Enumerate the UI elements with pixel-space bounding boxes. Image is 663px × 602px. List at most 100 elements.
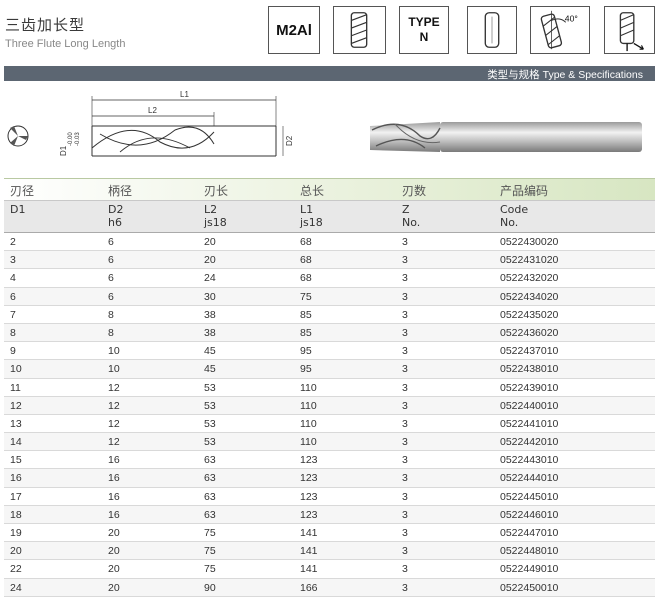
cell-flute-count: 3	[402, 581, 408, 594]
spec-section-bar: 类型与规格 Type & Specifications	[4, 66, 655, 81]
helix-angle-label: 40°	[565, 13, 578, 23]
table-row: 18 16 63 123 3 0522446010	[4, 505, 655, 524]
header-en-d1-line1: D1	[10, 203, 26, 216]
cell-product-code: 0522446010	[500, 508, 559, 521]
cell-flute-length: 53	[204, 436, 216, 449]
table-row: 3 6 20 68 3 0522431020	[4, 251, 655, 270]
cell-cutting-diameter: 17	[10, 490, 22, 503]
table-row: 13 12 53 110 3 0522441010	[4, 415, 655, 434]
table-row: 14 12 53 110 3 0522442010	[4, 433, 655, 452]
cell-cutting-diameter: 3	[10, 254, 16, 267]
cell-cutting-diameter: 12	[10, 399, 22, 412]
header-cn-flutes: 刃数	[402, 184, 427, 198]
header-en-d2: D2 h6	[108, 203, 123, 229]
cell-flute-length: 24	[204, 272, 216, 285]
straight-shank-icon	[467, 6, 517, 54]
header-en-l2-line1: L2	[204, 203, 218, 216]
header-en-l2: L2 js18	[204, 203, 227, 229]
cell-flute-count: 3	[402, 417, 408, 430]
cell-flute-length: 30	[204, 290, 216, 303]
cell-product-code: 0522432020	[500, 272, 559, 285]
cell-shank-diameter: 6	[108, 254, 114, 267]
table-row: 9 10 45 95 3 0522437010	[4, 342, 655, 361]
cell-flute-count: 3	[402, 508, 408, 521]
header-cn-shank-diameter: 柄径	[108, 184, 133, 198]
table-row: 15 16 63 123 3 0522443010	[4, 451, 655, 470]
cell-product-code: 0522441010	[500, 417, 559, 430]
cell-cutting-diameter: 22	[10, 563, 22, 576]
cell-shank-diameter: 8	[108, 308, 114, 321]
type-badge: TYPE N	[399, 6, 449, 54]
cell-product-code: 0522435020	[500, 308, 559, 321]
cell-product-code: 0522440010	[500, 399, 559, 412]
cell-flute-length: 45	[204, 345, 216, 358]
label-d1-tol-lower: -0.03	[75, 132, 81, 146]
cell-flute-count: 3	[402, 399, 408, 412]
cell-cutting-diameter: 4	[10, 272, 16, 285]
cell-overall-length: 141	[300, 545, 318, 558]
cell-flute-length: 38	[204, 308, 216, 321]
header-en-l1: L1 js18	[300, 203, 323, 229]
cell-overall-length: 68	[300, 272, 312, 285]
cell-overall-length: 141	[300, 563, 318, 576]
cell-overall-length: 123	[300, 508, 318, 521]
table-row: 11 12 53 110 3 0522439010	[4, 379, 655, 397]
table-row: 25209016630522451010	[4, 597, 655, 602]
cell-overall-length: 110	[300, 436, 317, 449]
cell-cutting-diameter: 24	[10, 581, 22, 594]
cell-cutting-diameter: 14	[10, 436, 22, 449]
cell-overall-length: 95	[300, 363, 312, 376]
cell-cutting-diameter: 15	[10, 454, 22, 467]
cell-flute-length: 53	[204, 399, 216, 412]
cell-shank-diameter: 20	[108, 545, 120, 558]
cell-cutting-diameter: 16	[10, 472, 22, 485]
cell-overall-length: 166	[300, 581, 318, 594]
specifications-table: 刃径 柄径 刃长 总长 刃数 产品编码 D1 D2 h6 L2 js18 L1 js1…	[4, 178, 655, 602]
cell-shank-diameter: 20	[108, 563, 120, 576]
cell-product-code: 0522442010	[500, 436, 559, 449]
table-row: 22 20 75 141 3 0522449010	[4, 560, 655, 579]
cell-overall-length: 110	[300, 417, 317, 430]
header-en-z-line2: No.	[402, 216, 421, 229]
header-en-z-line1: Z	[402, 203, 410, 216]
table-row: 8 8 38 85 3 0522436020	[4, 323, 655, 343]
table-row: 7 8 38 85 3 0522435020	[4, 306, 655, 324]
cell-flute-count: 3	[402, 436, 408, 449]
cell-cutting-diameter: 13	[10, 417, 22, 430]
table-header-chinese: 刃径 柄径 刃长 总长 刃数 产品编码	[4, 178, 655, 200]
cell-cutting-diameter: 18	[10, 508, 22, 521]
cell-flute-count: 3	[402, 545, 408, 558]
cell-cutting-diameter: 8	[10, 326, 16, 339]
cell-product-code: 0522439010	[500, 381, 559, 394]
table-header-english: D1 D2 h6 L2 js18 L1 js18 Z No. Code No.	[4, 200, 655, 233]
cell-overall-length: 85	[300, 326, 312, 339]
cell-cutting-diameter: 6	[10, 290, 16, 303]
header-en-d2-line2: h6	[108, 216, 122, 229]
cell-shank-diameter: 12	[108, 399, 120, 412]
cell-cutting-diameter: 19	[10, 527, 22, 539]
table-row: 17 16 63 123 3 0522445010	[4, 488, 655, 506]
cell-product-code: 0522450010	[500, 581, 559, 594]
table-row: 20 20 75 141 3 0522448010	[4, 542, 655, 561]
cell-overall-length: 123	[300, 490, 318, 503]
header-en-l2-line2: js18	[204, 216, 227, 229]
cell-shank-diameter: 8	[108, 326, 114, 339]
cell-cutting-diameter: 7	[10, 308, 16, 321]
cell-cutting-diameter: 2	[10, 236, 16, 248]
cell-shank-diameter: 16	[108, 508, 120, 521]
cell-shank-diameter: 6	[108, 272, 114, 285]
cell-cutting-diameter: 11	[10, 381, 21, 394]
tool-side-view	[91, 125, 277, 157]
material-badge: M2Al	[268, 6, 320, 54]
cell-product-code: 0522438010	[500, 363, 559, 376]
end-view-icon	[7, 125, 29, 147]
header-en-code-line2: No.	[500, 216, 519, 229]
cell-product-code: 0522431020	[500, 254, 559, 267]
header-cn-flute-length: 刃长	[204, 184, 229, 198]
cell-flute-length: 75	[204, 545, 216, 558]
cell-flute-count: 3	[402, 345, 408, 358]
cell-flute-count: 3	[402, 363, 408, 376]
cell-product-code: 0522436020	[500, 326, 559, 339]
cell-flute-count: 3	[402, 454, 408, 467]
cell-overall-length: 110	[300, 399, 317, 412]
